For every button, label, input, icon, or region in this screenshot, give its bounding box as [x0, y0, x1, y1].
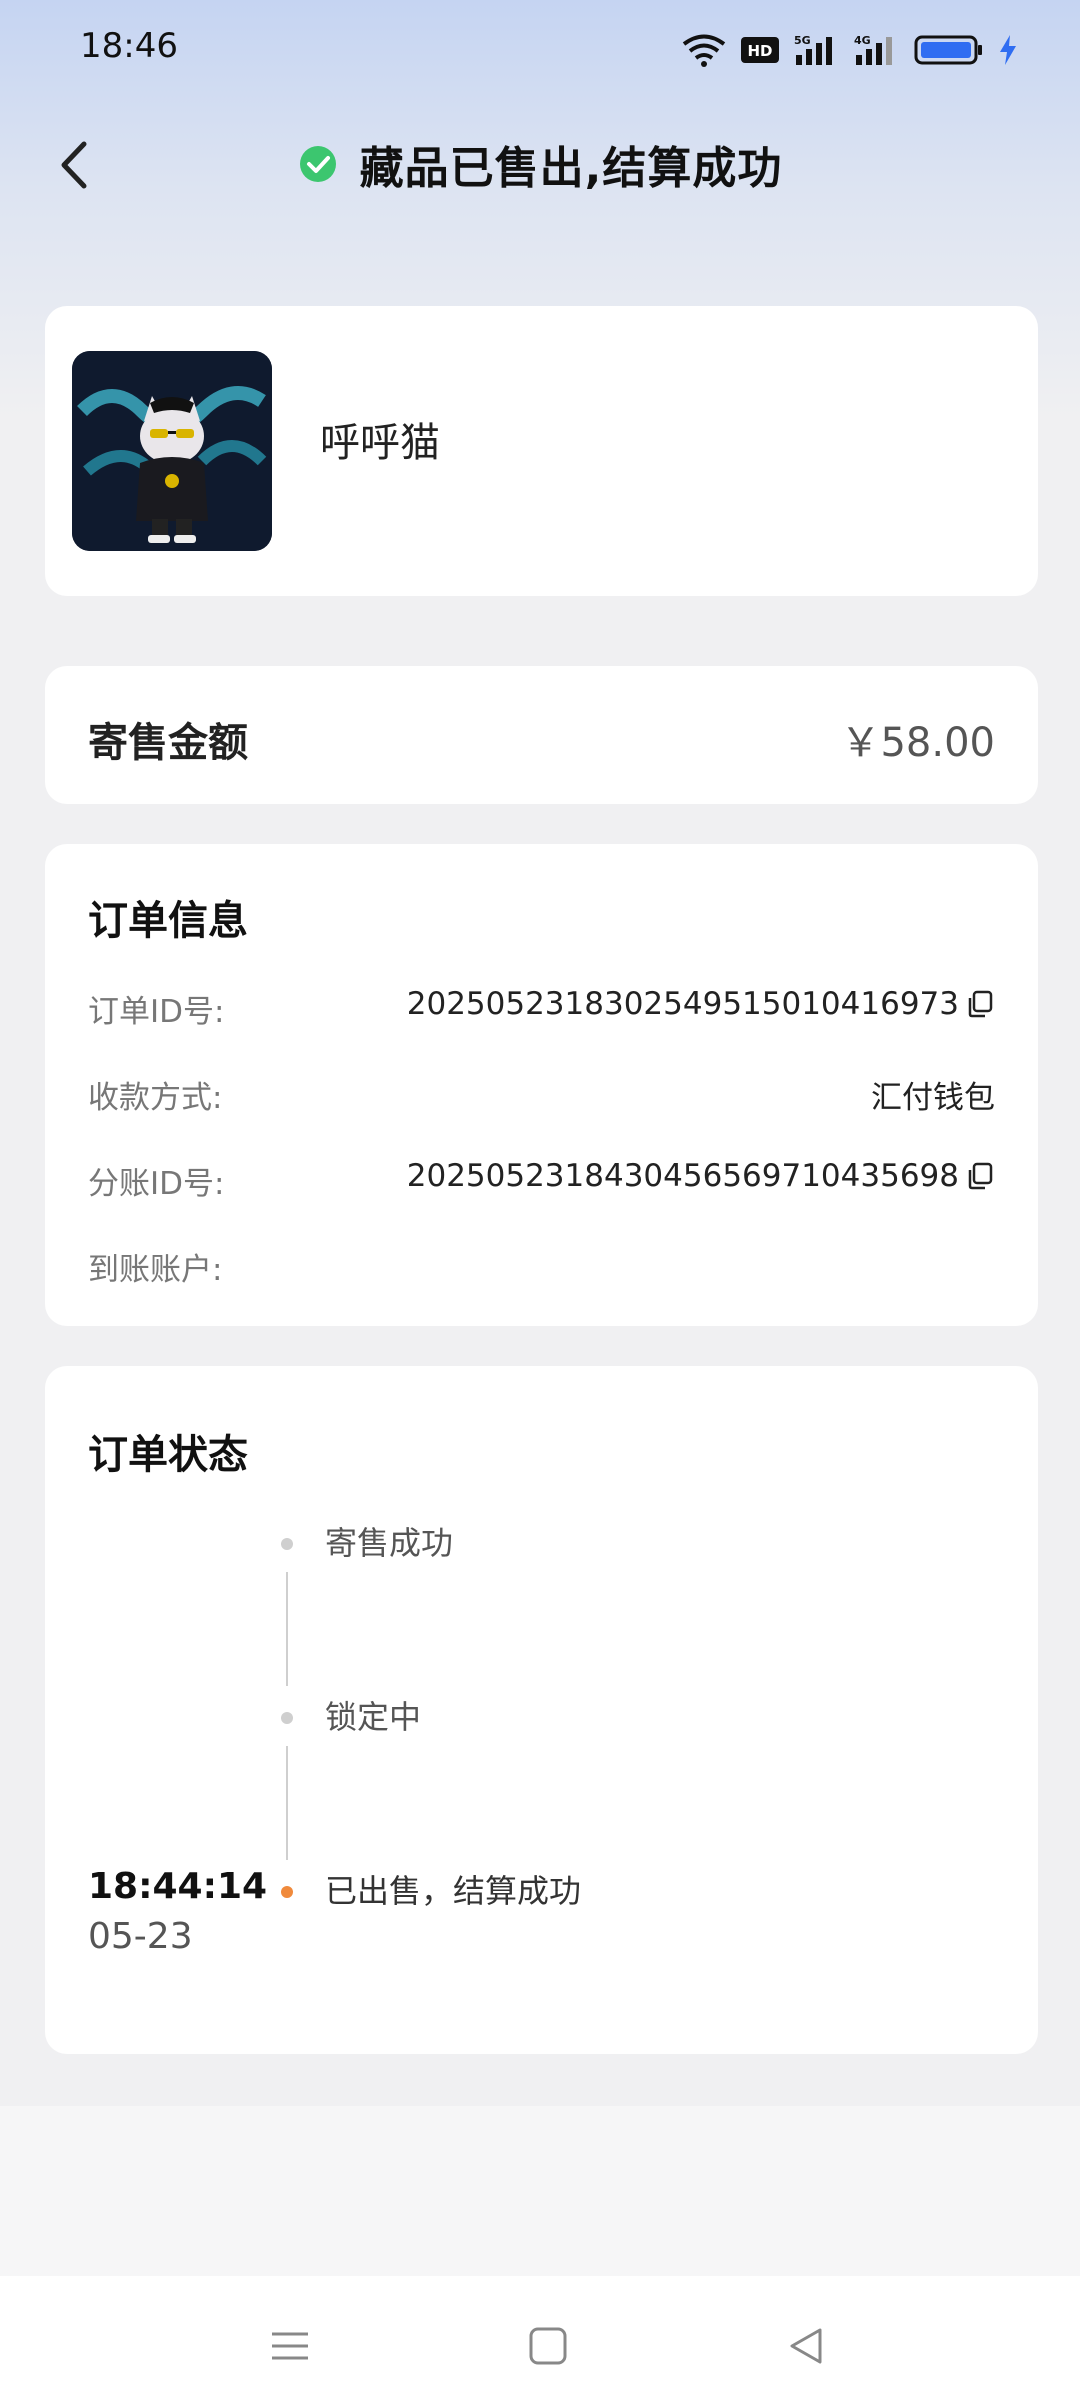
4g-signal-icon: 4G [854, 34, 892, 65]
order-status-title: 订单状态 [88, 1432, 248, 1478]
timeline-line [286, 1746, 288, 1860]
split-id-value: 202505231843045656971043569​8 [406, 1158, 959, 1194]
payment-method-row: 收款方式: 汇付钱包 [88, 1072, 995, 1122]
timeline-step-label: 已出售，结算成功 [325, 1872, 582, 1910]
graffiti-cat-image [72, 351, 272, 551]
svg-text:HD: HD [747, 42, 772, 60]
page-title: 藏品已售出,结算成功 [359, 143, 783, 194]
timeline-step-label: 锁定中 [325, 1698, 422, 1736]
timeline-dot-active [281, 1886, 293, 1898]
product-thumbnail [72, 351, 272, 551]
split-id-label: 分账ID号: [88, 1166, 225, 1202]
receiving-account-row: 到账账户: [88, 1244, 995, 1294]
receiving-account-label: 到账账户: [88, 1252, 223, 1288]
back-triangle-icon [790, 2328, 822, 2364]
payment-method-label: 收款方式: [88, 1080, 223, 1116]
5g-signal-icon: 5G [794, 34, 832, 65]
split-id-value-wrap: 202505231843045656971043569​8 [407, 1158, 995, 1194]
menu-button[interactable] [260, 2316, 320, 2376]
copy-icon[interactable] [965, 989, 995, 1019]
amount-card: 寄售金额 ￥58.00 [45, 666, 1038, 804]
timeline-step-time: 18:44:14 [88, 1866, 268, 1907]
hd-icon: HD [741, 37, 779, 63]
amount-value: ￥58.00 [840, 720, 995, 766]
timeline-step-date: 05-23 [88, 1916, 193, 1957]
order-id-value: 20250523183025495150104169​73 [406, 986, 959, 1022]
back-nav-button[interactable] [776, 2316, 836, 2376]
check-circle-icon [299, 146, 336, 182]
timeline-dot [281, 1712, 293, 1724]
svg-text:4G: 4G [854, 34, 871, 47]
title-wrap: 藏品已售出,结算成功 [0, 132, 1080, 196]
home-square-icon [529, 2327, 567, 2365]
system-nav-bar [0, 2276, 1080, 2408]
amount-label: 寄售金额 [88, 720, 248, 766]
home-button[interactable] [518, 2316, 578, 2376]
status-icons: HD 5G 4G [682, 30, 1018, 70]
bottom-spacer [0, 2106, 1080, 2276]
payment-method-value: 汇付钱包 [871, 1080, 995, 1116]
timeline-dot [281, 1538, 293, 1550]
battery-icon [914, 35, 982, 65]
charging-icon [1000, 35, 1016, 65]
order-id-label: 订单ID号: [88, 994, 225, 1030]
status-bar: 18:46 HD 5G 4G [0, 0, 1080, 100]
page-header: 藏品已售出,结算成功 [0, 110, 1080, 220]
menu-icon [272, 2332, 308, 2360]
product-name: 呼呼猫 [320, 420, 440, 466]
order-info-card: 订单信息 订单ID号: 20250523183025495150104169​7… [45, 844, 1038, 1326]
order-info-title: 订单信息 [88, 898, 248, 944]
copy-icon[interactable] [965, 1161, 995, 1191]
order-id-value-wrap: 20250523183025495150104169​73 [407, 986, 995, 1022]
svg-text:5G: 5G [794, 34, 811, 47]
product-card[interactable]: 呼呼猫 [45, 306, 1038, 596]
timeline-line [286, 1572, 288, 1686]
status-time: 18:46 [80, 26, 178, 66]
order-id-row: 订单ID号: 20250523183025495150104169​73 [88, 986, 995, 1036]
wifi-icon [682, 34, 726, 67]
order-status-card: 订单状态 寄售成功 锁定中 已出售，结算成功 18:44:14 05-23 [45, 1366, 1038, 2054]
split-id-row: 分账ID号: 202505231843045656971043569​8 [88, 1158, 995, 1208]
timeline-step-label: 寄售成功 [325, 1524, 454, 1562]
